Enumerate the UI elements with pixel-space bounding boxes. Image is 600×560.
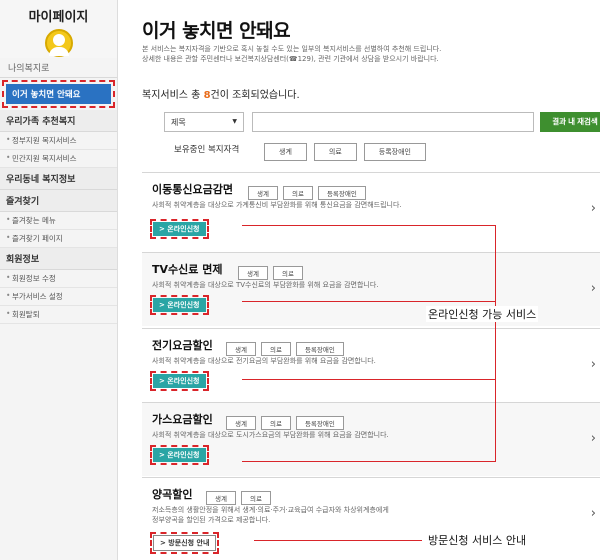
sidebar-item-edit-profile[interactable]: 회원정보 수정 xyxy=(0,270,117,288)
sidebar-item-active[interactable]: 이거 놓치면 안돼요 xyxy=(6,84,111,104)
user-avatar-icon xyxy=(42,29,76,59)
service-tag: 의료 xyxy=(240,491,271,505)
sidebar-item-fav-page[interactable]: 즐겨찾기 페이지 xyxy=(0,230,117,248)
online-annotation-bracket xyxy=(242,225,496,462)
service-description: 저소득층의 생활안정을 위해서 생계·의료·주거·교육급여 수급자와 차상위계층… xyxy=(152,505,512,525)
online-apply-highlight: > 온라인신청 xyxy=(150,445,209,465)
sidebar-item-private[interactable]: 민간지원 복지서비스 xyxy=(0,150,117,168)
service-title: 양곡할인 xyxy=(152,488,193,501)
sidebar-member-section[interactable]: 회원정보 xyxy=(0,248,117,270)
search-within-results-button[interactable]: 결과 내 재검색 xyxy=(540,112,600,132)
online-apply-highlight: > 온라인신청 xyxy=(150,295,209,315)
filter-box: 제목 ▼ 결과 내 재검색 보유중인 복지자격 생계 의료 등록장애인 xyxy=(154,104,600,161)
service-tag: 의료 xyxy=(282,186,313,200)
holding-tag-disabled[interactable]: 등록장애인 xyxy=(363,143,426,161)
visit-apply-button[interactable]: > 방문신청 안내 xyxy=(153,535,217,551)
service-tag: 생계 xyxy=(206,491,236,505)
holding-tag-livelihood[interactable]: 생계 xyxy=(264,143,307,161)
service-tags: 생계 의료 등록장애인 xyxy=(248,181,371,200)
holding-qualifications-label: 보유중인 복지자격 xyxy=(174,145,240,155)
search-input[interactable] xyxy=(252,112,534,132)
sidebar-item-fav-menu[interactable]: 즐겨찾는 메뉴 xyxy=(0,212,117,230)
service-title: 이동통신요금감면 xyxy=(152,183,233,196)
description-line-1: 본 서비스는 복지자격을 기반으로 혹시 놓칠 수도 있는 일부의 복지서비스를… xyxy=(142,45,442,53)
service-tag: 생계 xyxy=(248,186,278,200)
select-value: 제목 xyxy=(171,118,186,127)
service-title: 가스요금할인 xyxy=(152,413,213,426)
sidebar-active-highlight: 이거 놓치면 안돼요 xyxy=(2,80,115,108)
online-apply-highlight: > 온라인신청 xyxy=(150,219,209,239)
online-apply-button[interactable]: > 온라인신청 xyxy=(153,222,206,236)
visit-services-note: 방문신청 서비스 안내 xyxy=(426,532,529,548)
sidebar-item-withdraw[interactable]: 회원탈퇴 xyxy=(0,306,117,324)
chevron-right-icon[interactable]: › xyxy=(591,281,596,296)
caret-down-icon: ▼ xyxy=(232,118,237,125)
holding-tag-medical[interactable]: 의료 xyxy=(313,143,357,161)
service-description: 사회적 취약계층을 대상으로 가계통신비 부담완화를 위해 통신요금을 감면해드… xyxy=(152,201,402,209)
sidebar-item-government[interactable]: 정부지원 복지서비스 xyxy=(0,132,117,150)
service-description-line-2: 정부양곡을 할인된 가격으로 제공합니다. xyxy=(152,516,271,524)
annotation-connector xyxy=(242,379,496,380)
service-card[interactable]: 양곡할인 생계 의료 저소득층의 생활안정을 위해서 생계·의료·주거·교육급여 … xyxy=(142,477,600,560)
sidebar-title: 마이페이지 xyxy=(28,10,89,25)
chevron-right-icon[interactable]: › xyxy=(591,431,596,446)
sidebar-header: 마이페이지 xyxy=(0,0,117,58)
sidebar-item-addon-settings[interactable]: 부가서비스 설정 xyxy=(0,288,117,306)
visit-annotation-line xyxy=(254,540,422,541)
count-value: 8 xyxy=(203,90,211,101)
service-tag: 등록장애인 xyxy=(317,186,366,200)
sidebar: 마이페이지 나의복지로 이거 놓치면 안돼요 우리가족 추천복지 정부지원 복지… xyxy=(0,0,118,560)
sidebar-local-section[interactable]: 우리동네 복지정보 xyxy=(0,168,117,190)
service-title: 전기요금할인 xyxy=(152,339,213,352)
page-description: 본 서비스는 복지자격을 기반으로 혹시 놓칠 수도 있는 일부의 복지서비스를… xyxy=(142,44,582,64)
service-description-line-1: 저소득층의 생활안정을 위해서 생계·의료·주거·교육급여 수급자와 차상위계층… xyxy=(152,506,389,514)
result-count: 복지서비스 총 8건이 조회되었습니다. xyxy=(142,86,300,101)
online-apply-button[interactable]: > 온라인신청 xyxy=(153,448,206,462)
annotation-connector xyxy=(242,301,496,302)
chevron-right-icon[interactable]: › xyxy=(591,357,596,372)
visit-apply-highlight: > 방문신청 안내 xyxy=(150,532,220,554)
online-apply-highlight: > 온라인신청 xyxy=(150,371,209,391)
chevron-right-icon[interactable]: › xyxy=(591,506,596,521)
description-line-2: 상세한 내용은 관할 주민센터나 보건복지상담센터(☎129), 관련 기관에서… xyxy=(142,55,439,63)
count-prefix: 복지서비스 총 xyxy=(142,90,204,101)
page-title: 이거 놓치면 안돼요 xyxy=(142,20,291,42)
service-tags: 생계 의료 xyxy=(206,486,276,505)
online-services-note: 온라인신청 가능 서비스 xyxy=(426,306,539,322)
sidebar-recommend-section[interactable]: 우리가족 추천복지 xyxy=(0,110,117,132)
service-title: TV수신료 면제 xyxy=(152,263,223,276)
search-field-select[interactable]: 제목 ▼ xyxy=(164,112,244,132)
main-content: 이거 놓치면 안돼요 본 서비스는 복지자격을 기반으로 혹시 놓칠 수도 있는… xyxy=(140,0,600,560)
online-apply-button[interactable]: > 온라인신청 xyxy=(153,374,206,388)
chevron-right-icon[interactable]: › xyxy=(591,201,596,216)
holding-tags: 생계 의료 등록장애인 xyxy=(264,139,433,161)
online-apply-button[interactable]: > 온라인신청 xyxy=(153,298,206,312)
count-suffix: 건이 조회되었습니다. xyxy=(210,90,300,101)
sidebar-my-welfare[interactable]: 나의복지로 xyxy=(0,58,117,78)
sidebar-favorites-section[interactable]: 즐겨찾기 xyxy=(0,190,117,212)
